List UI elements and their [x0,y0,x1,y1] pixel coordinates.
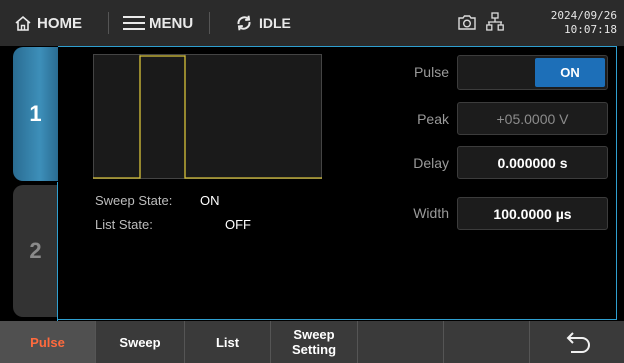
delay-label: Delay [413,155,449,171]
list-state-value: OFF [225,217,251,232]
width-label: Width [413,205,449,221]
divider [108,12,109,34]
softkey-sweep[interactable]: Sweep [96,321,185,363]
top-bar: HOME MENU IDLE 2024/09/26 10:07:18 [0,0,624,46]
channel-2-label: 2 [29,238,42,263]
time-text: 10:07:18 [564,23,617,36]
list-state-label: List State: [95,217,153,232]
list-state-row: List State: OFF [95,217,251,232]
sweep-state-value: ON [200,193,220,208]
softkey-pulse-label: Pulse [30,334,65,350]
delay-value: 0.000000 s [497,154,568,171]
channel-1-tab[interactable]: 1 [13,47,58,181]
pulse-toggle[interactable]: ON [457,55,608,90]
menu-label: MENU [149,14,194,32]
home-icon [15,15,31,31]
date-text: 2024/09/26 [550,9,617,22]
softkey-sweep-setting[interactable]: Sweep Setting [271,321,358,363]
pulse-waveform-preview [93,54,322,179]
refresh-icon [237,15,251,31]
channel-2-tab[interactable]: 2 [13,185,58,317]
softkey-empty-5[interactable] [358,321,444,363]
panel-border [57,182,58,321]
delay-field[interactable]: 0.000000 s [457,146,608,179]
softkey-sweep-setting-line2: Setting [291,342,337,357]
screenshot-button[interactable] [457,14,477,36]
softkey-list-label: List [215,334,240,350]
clock: 2024/09/26 10:07:18 [519,9,617,37]
sweep-state-label: Sweep State: [95,193,173,208]
softkey-sweep-setting-line1: Sweep [293,327,335,342]
softkey-list[interactable]: List [185,321,271,363]
status-label: IDLE [259,15,291,31]
sweep-state-row: Sweep State: ON [95,193,220,208]
width-field[interactable]: 100.0000 µs [457,197,608,230]
softkey-pulse[interactable]: Pulse [0,321,96,363]
pulse-label: Pulse [413,64,449,80]
camera-icon [458,15,476,30]
home-label: HOME [37,14,82,32]
softkey-empty-6[interactable] [444,321,530,363]
width-value: 100.0000 µs [493,205,572,222]
softkey-bar: Pulse Sweep List Sweep Setting [0,321,624,363]
network-status [486,12,504,37]
network-icon [486,12,504,31]
run-status: IDLE [235,12,291,34]
back-button[interactable] [530,321,624,363]
pulse-toggle-state: ON [535,58,605,87]
menu-button[interactable]: MENU [123,12,193,34]
peak-label: Peak [417,111,449,127]
back-arrow-icon [566,332,590,353]
peak-field: +05.0000 V [457,102,608,135]
divider [209,12,210,34]
peak-value: +05.0000 V [496,110,569,127]
channel-1-label: 1 [29,101,42,126]
softkey-sweep-label: Sweep [119,334,161,350]
pulse-trace [93,55,322,179]
home-button[interactable]: HOME [14,12,82,34]
menu-icon [123,16,145,30]
